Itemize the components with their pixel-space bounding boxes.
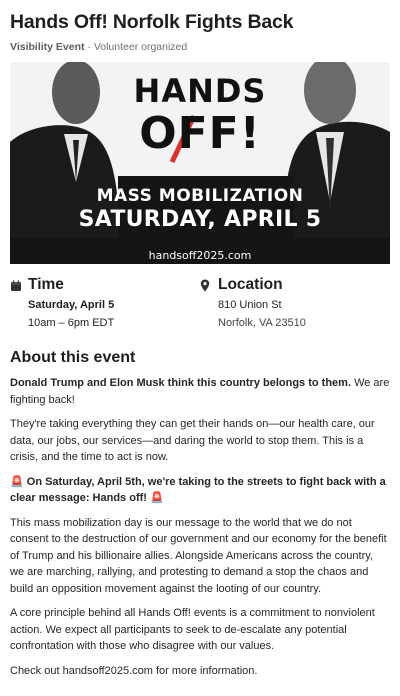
about-paragraph-5: A core principle behind all Hands Off! e… [10,607,375,652]
event-title: Hands Off! Norfolk Fights Back [10,11,294,33]
location-block: Location 810 Union St Norfolk, VA 23510 [200,276,390,329]
location-heading: Location [218,276,283,293]
siren-icon: 🚨 [10,475,24,488]
street-address[interactable]: 810 Union St [218,299,306,311]
about-p3-bold: On Saturday, April 5th, we're taking to … [10,475,386,505]
about-heading: About this event [10,349,136,366]
map-pin-icon [200,276,218,329]
calendar-icon [10,276,28,329]
city-state-zip[interactable]: Norfolk, VA 23510 [218,317,306,329]
siren-icon: 🚨 [150,492,164,504]
about-paragraph-6: Check out handsoff2025.com for more info… [10,664,258,677]
banner-line-off: OFF! [139,108,261,159]
organizer-label: · Volunteer organized [87,41,188,53]
event-date: Saturday, April 5 [28,299,115,311]
time-heading: Time [28,276,64,293]
banner-line-hands: HANDS [133,72,267,110]
event-meta: Visibility Event · Volunteer organized [10,41,390,53]
event-details: Time Saturday, April 5 10am – 6pm EDT Lo… [10,276,390,329]
banner-line-date: SATURDAY, APRIL 5 [78,207,322,232]
time-block: Time Saturday, April 5 10am – 6pm EDT [10,276,200,329]
event-banner-image: HANDS OFF! MASS MOBILIZATION SATURDAY, A… [10,62,390,264]
about-paragraph-1: Donald Trump and Elon Musk think this co… [10,375,390,408]
banner-url: handsoff2025.com [148,249,252,262]
about-p1-bold: Donald Trump and Elon Musk think this co… [10,377,352,389]
event-hours: 10am – 6pm EDT [28,317,115,329]
event-type: Visibility Event [10,41,85,53]
about-paragraph-2: They're taking everything they can get t… [10,418,375,463]
about-paragraph-4: This mass mobilization day is our messag… [10,516,387,595]
about-paragraph-3: 🚨 On Saturday, April 5th, we're taking t… [10,474,390,507]
event-page: Hands Off! Norfolk Fights Back Visibilit… [0,0,400,679]
banner-line-mass: MASS MOBILIZATION [96,186,304,206]
